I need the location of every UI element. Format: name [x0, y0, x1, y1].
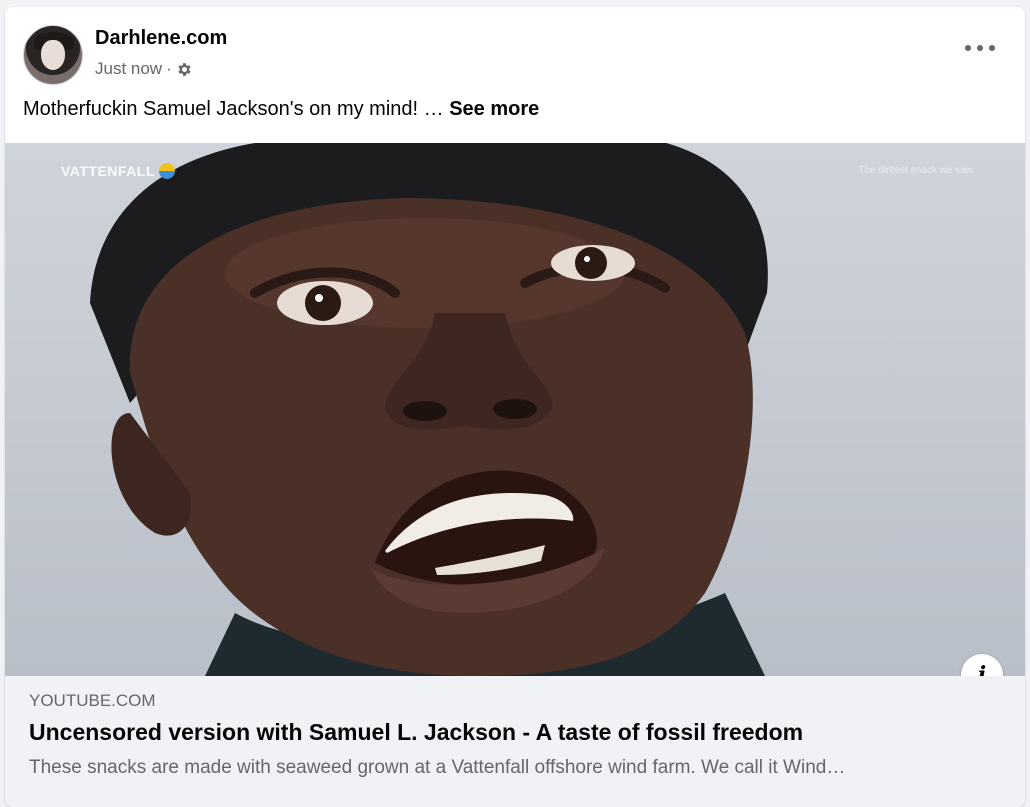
link-preview[interactable]: YOUTUBE.COM Uncensored version with Samu…	[5, 676, 1025, 807]
see-more-link[interactable]: See more	[449, 98, 539, 120]
avatar[interactable]	[23, 25, 83, 85]
link-domain: YOUTUBE.COM	[29, 691, 156, 710]
avatar-face	[41, 40, 65, 70]
link-description: These snacks are made with seaweed grown…	[29, 757, 846, 778]
gear-icon[interactable]	[176, 61, 193, 78]
post-meta: Just now ·	[95, 59, 193, 79]
brand-watermark: VATTENFALL	[61, 163, 175, 179]
link-title[interactable]: Uncensored version with Samuel L. Jackso…	[29, 719, 803, 746]
post-card: Darhlene.com Just now · Motherfuckin Sam…	[5, 7, 1025, 807]
brand-name: VATTENFALL	[61, 163, 155, 179]
post-body: Motherfuckin Samuel Jackson's on my mind…	[23, 98, 444, 120]
more-dot	[965, 45, 971, 51]
video-thumbnail[interactable]: VATTENFALL The dirtiest snack we saw	[5, 143, 1025, 676]
post-header: Darhlene.com Just now ·	[5, 7, 1025, 97]
meta-separator: ·	[166, 59, 172, 78]
author-name[interactable]: Darhlene.com	[95, 27, 227, 50]
more-dot	[989, 45, 995, 51]
more-options-icon[interactable]	[965, 41, 995, 55]
thumbnail-image	[90, 143, 768, 676]
video-watermark: The dirtiest snack we saw	[858, 165, 974, 176]
post-text: Motherfuckin Samuel Jackson's on my mind…	[23, 98, 539, 121]
post-timestamp[interactable]: Just now	[95, 59, 162, 79]
brand-logo-icon	[158, 163, 175, 179]
more-dot	[977, 45, 983, 51]
